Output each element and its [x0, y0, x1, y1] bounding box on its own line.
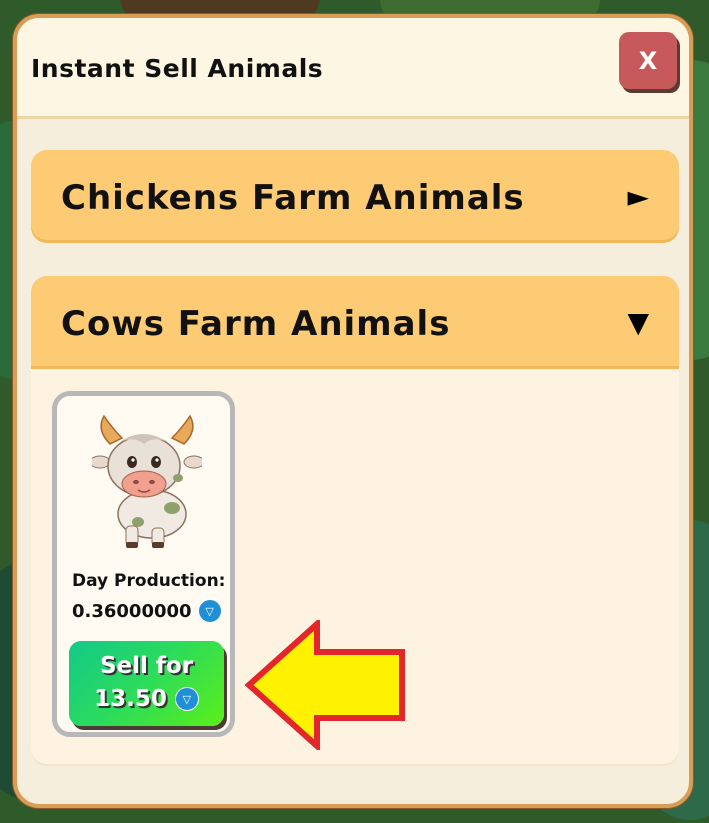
day-production-value-row: 0.36000000 ▽ [72, 599, 222, 623]
section-title: Cows Farm Animals [61, 304, 451, 344]
ton-icon: ▽ [174, 687, 199, 711]
animal-card: Day Production: 0.36000000 ▽ Sell for 13… [52, 391, 235, 737]
ton-icon: ▽ [197, 599, 222, 623]
day-production-value: 0.36000000 [72, 600, 192, 622]
pointer-arrow-icon [245, 620, 405, 750]
dialog-header: Instant Sell Animals X [17, 18, 689, 119]
sell-price: 13.50 [94, 686, 167, 712]
dialog-title: Instant Sell Animals [31, 54, 324, 83]
section-header-chickens[interactable]: Chickens Farm Animals ► [31, 150, 679, 240]
cow-icon [92, 414, 202, 548]
collapse-arrow-icon: ▼ [627, 306, 649, 339]
section-title: Chickens Farm Animals [61, 178, 525, 218]
sell-button[interactable]: Sell for 13.50 ▽ [69, 641, 224, 726]
sell-label: Sell for [99, 653, 194, 679]
expand-arrow-icon: ► [627, 180, 649, 213]
close-button[interactable]: X [619, 32, 677, 89]
sell-price-row: 13.50 ▽ [69, 686, 224, 712]
section-header-cows[interactable]: Cows Farm Animals ▼ [31, 276, 679, 366]
section-chickens: Chickens Farm Animals ► [31, 150, 679, 240]
day-production-label: Day Production: [72, 571, 226, 591]
